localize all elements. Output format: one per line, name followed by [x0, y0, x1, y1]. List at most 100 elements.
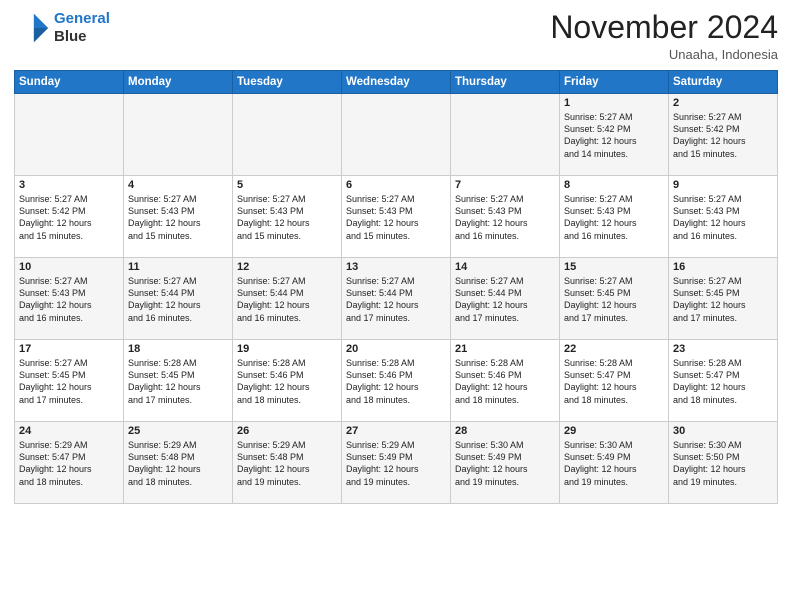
day-number: 22: [564, 343, 664, 355]
calendar-cell: 12Sunrise: 5:27 AM Sunset: 5:44 PM Dayli…: [233, 258, 342, 340]
day-info: Sunrise: 5:27 AM Sunset: 5:43 PM Dayligh…: [19, 275, 119, 324]
day-number: 10: [19, 261, 119, 273]
day-info: Sunrise: 5:27 AM Sunset: 5:44 PM Dayligh…: [455, 275, 555, 324]
day-info: Sunrise: 5:27 AM Sunset: 5:43 PM Dayligh…: [673, 193, 773, 242]
calendar-cell: [233, 94, 342, 176]
day-number: 13: [346, 261, 446, 273]
calendar-cell: 13 Sunrise: 5:27 AM Sunset: 5:44 PM Dayli…: [342, 258, 451, 340]
page: General Blue November 2024 Unaaha, Indon…: [0, 0, 792, 612]
header-thursday: Thursday: [451, 71, 560, 94]
week-row-2: 10 Sunrise: 5:27 AM Sunset: 5:43 PM Dayli…: [15, 258, 778, 340]
day-number: 19: [237, 343, 337, 355]
day-info: Sunrise: 5:28 AM Sunset: 5:46 PM Dayligh…: [455, 357, 555, 406]
day-number: 18: [128, 343, 228, 355]
calendar-cell: 11Sunrise: 5:27 AM Sunset: 5:44 PM Dayli…: [124, 258, 233, 340]
day-info: Sunrise: 5:27 AM Sunset: 5:43 PM Dayligh…: [346, 193, 446, 242]
day-number: 15: [564, 261, 664, 273]
calendar-cell: [15, 94, 124, 176]
day-number: 2: [673, 97, 773, 109]
day-number: 14: [455, 261, 555, 273]
day-info: Sunrise: 5:27 AM Sunset: 5:45 PM Dayligh…: [19, 357, 119, 406]
calendar-cell: 25 Sunrise: 5:29 AM Sunset: 5:48 PM Dayli…: [124, 422, 233, 504]
week-row-0: 1Sunrise: 5:27 AM Sunset: 5:42 PM Daylig…: [15, 94, 778, 176]
calendar-cell: 20Sunrise: 5:28 AM Sunset: 5:46 PM Dayli…: [342, 340, 451, 422]
day-info: Sunrise: 5:30 AM Sunset: 5:49 PM Dayligh…: [564, 439, 664, 488]
calendar-cell: 23Sunrise: 5:28 AM Sunset: 5:47 PM Dayli…: [669, 340, 778, 422]
calendar-cell: 29Sunrise: 5:30 AM Sunset: 5:49 PM Dayli…: [560, 422, 669, 504]
day-info: Sunrise: 5:27 AM Sunset: 5:42 PM Dayligh…: [564, 111, 664, 160]
day-info: Sunrise: 5:30 AM Sunset: 5:50 PM Dayligh…: [673, 439, 773, 488]
header-friday: Friday: [560, 71, 669, 94]
calendar-cell: 4 Sunrise: 5:27 AM Sunset: 5:43 PM Daylig…: [124, 176, 233, 258]
day-number: 6: [346, 179, 446, 191]
logo-text: General Blue: [54, 10, 110, 46]
day-info: Sunrise: 5:29 AM Sunset: 5:48 PM Dayligh…: [128, 439, 228, 488]
header-tuesday: Tuesday: [233, 71, 342, 94]
day-number: 8: [564, 179, 664, 191]
day-info: Sunrise: 5:28 AM Sunset: 5:47 PM Dayligh…: [673, 357, 773, 406]
day-number: 20: [346, 343, 446, 355]
header-monday: Monday: [124, 71, 233, 94]
calendar-cell: 21 Sunrise: 5:28 AM Sunset: 5:46 PM Dayli…: [451, 340, 560, 422]
day-info: Sunrise: 5:27 AM Sunset: 5:45 PM Dayligh…: [673, 275, 773, 324]
calendar-cell: 27 Sunrise: 5:29 AM Sunset: 5:49 PM Dayli…: [342, 422, 451, 504]
header-saturday: Saturday: [669, 71, 778, 94]
day-number: 17: [19, 343, 119, 355]
header: General Blue November 2024 Unaaha, Indon…: [14, 10, 778, 62]
day-number: 4: [128, 179, 228, 191]
day-info: Sunrise: 5:27 AM Sunset: 5:43 PM Dayligh…: [564, 193, 664, 242]
calendar: SundayMondayTuesdayWednesdayThursdayFrid…: [14, 70, 778, 504]
calendar-cell: 19 Sunrise: 5:28 AM Sunset: 5:46 PM Dayli…: [233, 340, 342, 422]
day-info: Sunrise: 5:30 AM Sunset: 5:49 PM Dayligh…: [455, 439, 555, 488]
location: Unaaha, Indonesia: [550, 47, 778, 62]
day-info: Sunrise: 5:27 AM Sunset: 5:42 PM Dayligh…: [19, 193, 119, 242]
calendar-cell: 10 Sunrise: 5:27 AM Sunset: 5:43 PM Dayli…: [15, 258, 124, 340]
day-number: 11: [128, 261, 228, 273]
logo-icon: [14, 10, 50, 46]
day-info: Sunrise: 5:28 AM Sunset: 5:46 PM Dayligh…: [237, 357, 337, 406]
day-number: 16: [673, 261, 773, 273]
day-info: Sunrise: 5:29 AM Sunset: 5:47 PM Dayligh…: [19, 439, 119, 488]
day-info: Sunrise: 5:28 AM Sunset: 5:45 PM Dayligh…: [128, 357, 228, 406]
calendar-cell: 15 Sunrise: 5:27 AM Sunset: 5:45 PM Dayli…: [560, 258, 669, 340]
day-info: Sunrise: 5:27 AM Sunset: 5:45 PM Dayligh…: [564, 275, 664, 324]
calendar-cell: 7 Sunrise: 5:27 AM Sunset: 5:43 PM Daylig…: [451, 176, 560, 258]
day-info: Sunrise: 5:29 AM Sunset: 5:48 PM Dayligh…: [237, 439, 337, 488]
day-info: Sunrise: 5:27 AM Sunset: 5:43 PM Dayligh…: [128, 193, 228, 242]
day-number: 27: [346, 425, 446, 437]
calendar-cell: 24 Sunrise: 5:29 AM Sunset: 5:47 PM Dayli…: [15, 422, 124, 504]
calendar-cell: 6 Sunrise: 5:27 AM Sunset: 5:43 PM Daylig…: [342, 176, 451, 258]
week-row-3: 17 Sunrise: 5:27 AM Sunset: 5:45 PM Dayli…: [15, 340, 778, 422]
day-info: Sunrise: 5:28 AM Sunset: 5:47 PM Dayligh…: [564, 357, 664, 406]
calendar-cell: 17 Sunrise: 5:27 AM Sunset: 5:45 PM Dayli…: [15, 340, 124, 422]
day-number: 7: [455, 179, 555, 191]
calendar-cell: [342, 94, 451, 176]
day-info: Sunrise: 5:27 AM Sunset: 5:42 PM Dayligh…: [673, 111, 773, 160]
day-number: 24: [19, 425, 119, 437]
calendar-cell: 28 Sunrise: 5:30 AM Sunset: 5:49 PM Dayli…: [451, 422, 560, 504]
day-number: 21: [455, 343, 555, 355]
day-number: 9: [673, 179, 773, 191]
calendar-cell: 26 Sunrise: 5:29 AM Sunset: 5:48 PM Dayli…: [233, 422, 342, 504]
calendar-cell: 22 Sunrise: 5:28 AM Sunset: 5:47 PM Dayli…: [560, 340, 669, 422]
day-info: Sunrise: 5:27 AM Sunset: 5:43 PM Dayligh…: [237, 193, 337, 242]
day-number: 30: [673, 425, 773, 437]
day-number: 26: [237, 425, 337, 437]
calendar-cell: 30 Sunrise: 5:30 AM Sunset: 5:50 PM Dayli…: [669, 422, 778, 504]
calendar-cell: 18 Sunrise: 5:28 AM Sunset: 5:45 PM Dayli…: [124, 340, 233, 422]
day-info: Sunrise: 5:27 AM Sunset: 5:43 PM Dayligh…: [455, 193, 555, 242]
title-block: November 2024 Unaaha, Indonesia: [550, 10, 778, 62]
logo: General Blue: [14, 10, 110, 46]
calendar-cell: 2 Sunrise: 5:27 AM Sunset: 5:42 PM Daylig…: [669, 94, 778, 176]
calendar-cell: 5Sunrise: 5:27 AM Sunset: 5:43 PM Daylig…: [233, 176, 342, 258]
calendar-cell: [124, 94, 233, 176]
week-row-1: 3 Sunrise: 5:27 AM Sunset: 5:42 PM Daylig…: [15, 176, 778, 258]
day-number: 3: [19, 179, 119, 191]
header-sunday: Sunday: [15, 71, 124, 94]
day-number: 28: [455, 425, 555, 437]
day-info: Sunrise: 5:29 AM Sunset: 5:49 PM Dayligh…: [346, 439, 446, 488]
day-number: 12: [237, 261, 337, 273]
week-row-4: 24 Sunrise: 5:29 AM Sunset: 5:47 PM Dayli…: [15, 422, 778, 504]
day-number: 25: [128, 425, 228, 437]
day-info: Sunrise: 5:27 AM Sunset: 5:44 PM Dayligh…: [346, 275, 446, 324]
